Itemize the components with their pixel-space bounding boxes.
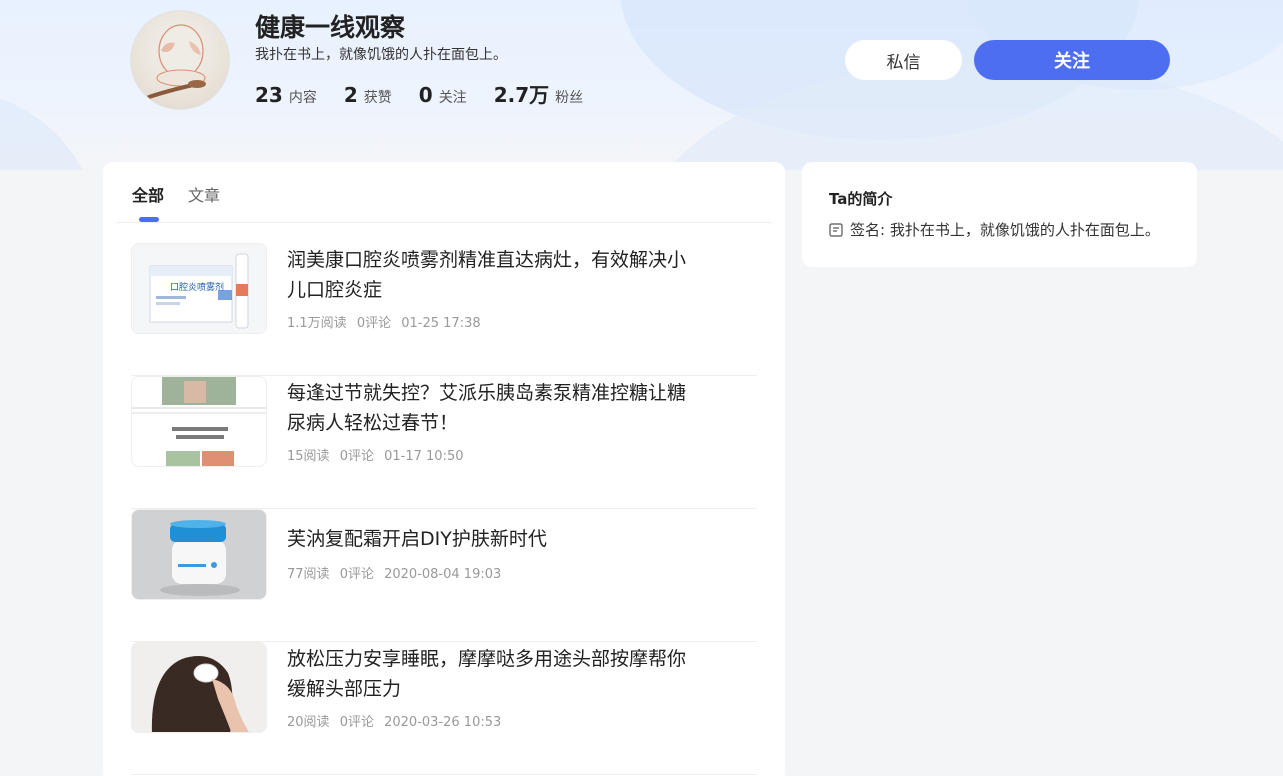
article-thumbnail[interactable] <box>131 376 267 467</box>
intro-card: Ta的简介 签名: 我扑在书上，就像饥饿的人扑在面包上。 <box>802 162 1197 267</box>
comment-count: 0评论 <box>356 316 392 331</box>
stat-followers[interactable]: 2.7万 粉丝 <box>494 79 583 108</box>
publish-time: 2020-08-04 19:03 <box>384 567 502 582</box>
collage-image-icon <box>132 377 266 466</box>
article-thumbnail[interactable] <box>131 642 267 733</box>
stat-following[interactable]: 0 关注 <box>419 83 467 107</box>
tab-articles[interactable]: 文章 <box>188 182 220 222</box>
profile-signature: 我扑在书上，就像饥饿的人扑在面包上。 <box>255 47 507 63</box>
follow-button[interactable]: 关注 <box>974 40 1170 80</box>
stat-likes[interactable]: 2 获赞 <box>344 83 392 107</box>
thumb-caption: 口腔炎喷雾剂 <box>170 281 224 292</box>
list-item[interactable]: 每逢过节就失控？艾派乐胰岛素泵精准控糖让糖尿病人轻松过春节！ 15阅读 0评论 … <box>131 376 757 509</box>
cream-jar-icon <box>160 520 240 596</box>
stat-label: 关注 <box>438 90 467 106</box>
divider <box>116 222 772 223</box>
article-title[interactable]: 芙汭复配霜开启DIY护肤新时代 <box>287 524 697 554</box>
article-thumbnail[interactable] <box>131 509 267 600</box>
tab-all[interactable]: 全部 <box>132 182 164 222</box>
comment-count: 0评论 <box>339 567 374 582</box>
product-box-icon: 口腔炎喷雾剂 <box>149 253 249 329</box>
article-meta: 77阅读 0评论 2020-08-04 19:03 <box>287 563 507 582</box>
stat-number: 0 <box>418 83 433 107</box>
stat-label: 粉丝 <box>555 90 584 106</box>
comment-count: 0评论 <box>339 715 374 730</box>
article-title[interactable]: 放松压力安享睡眠，摩摩哒多用途头部按摩帮你缓解头部压力 <box>287 644 697 704</box>
list-item[interactable]: 口腔炎喷雾剂 润美康口腔炎喷雾剂精准直达病灶，有效解决小儿口腔炎症 1.1万阅读… <box>131 243 757 376</box>
stat-number: 23 <box>255 83 283 107</box>
article-title[interactable]: 润美康口腔炎喷雾剂精准直达病灶，有效解决小儿口腔炎症 <box>287 245 697 305</box>
note-icon <box>829 222 843 237</box>
read-count: 20阅读 <box>287 715 330 730</box>
vase-icon <box>147 24 206 99</box>
profile-stats: 23 内容 2 获赞 0 关注 2.7万 粉丝 <box>255 79 610 108</box>
stat-content[interactable]: 23 内容 <box>255 83 317 107</box>
article-meta: 1.1万阅读 0评论 01-25 17:38 <box>287 312 487 331</box>
article-feed: 口腔炎喷雾剂 润美康口腔炎喷雾剂精准直达病灶，有效解决小儿口腔炎症 1.1万阅读… <box>131 243 757 775</box>
article-meta: 15阅读 0评论 01-17 10:50 <box>287 445 469 464</box>
intro-signature-text: 签名: 我扑在书上，就像饥饿的人扑在面包上。 <box>850 221 1160 239</box>
page-title: 健康一线观察 <box>255 13 406 42</box>
stat-label: 内容 <box>288 90 317 106</box>
publish-time: 01-17 10:50 <box>384 449 464 464</box>
stat-label: 获赞 <box>363 90 392 106</box>
intro-signature: 签名: 我扑在书上，就像饥饿的人扑在面包上。 <box>829 219 1170 240</box>
avatar[interactable] <box>130 10 230 110</box>
publish-time: 01-25 17:38 <box>401 316 481 331</box>
list-item[interactable]: 放松压力安享睡眠，摩摩哒多用途头部按摩帮你缓解头部压力 20阅读 0评论 202… <box>131 642 757 775</box>
stat-number: 2 <box>343 83 358 107</box>
content-tabs: 全部 文章 <box>132 182 244 222</box>
read-count: 15阅读 <box>287 449 330 464</box>
comment-count: 0评论 <box>339 449 374 464</box>
read-count: 1.1万阅读 <box>287 316 347 331</box>
profile-header: 健康一线观察 我扑在书上，就像饥饿的人扑在面包上。 23 内容 2 获赞 0 关… <box>0 0 1283 120</box>
read-count: 77阅读 <box>287 567 330 582</box>
list-item[interactable]: 芙汭复配霜开启DIY护肤新时代 77阅读 0评论 2020-08-04 19:0… <box>131 509 757 642</box>
message-button[interactable]: 私信 <box>845 40 962 80</box>
intro-title: Ta的简介 <box>829 190 893 208</box>
article-thumbnail[interactable]: 口腔炎喷雾剂 <box>131 243 267 334</box>
article-meta: 20阅读 0评论 2020-03-26 10:53 <box>287 711 507 730</box>
head-massager-photo-icon <box>151 656 249 732</box>
content-card: 全部 文章 口腔炎喷雾剂 润美康口腔炎喷雾剂精准直达病灶，有效解决小儿口腔炎症 … <box>103 162 785 776</box>
article-title[interactable]: 每逢过节就失控？艾派乐胰岛素泵精准控糖让糖尿病人轻松过春节！ <box>287 378 697 438</box>
publish-time: 2020-03-26 10:53 <box>384 715 502 730</box>
stat-number: 2.7万 <box>493 83 550 107</box>
